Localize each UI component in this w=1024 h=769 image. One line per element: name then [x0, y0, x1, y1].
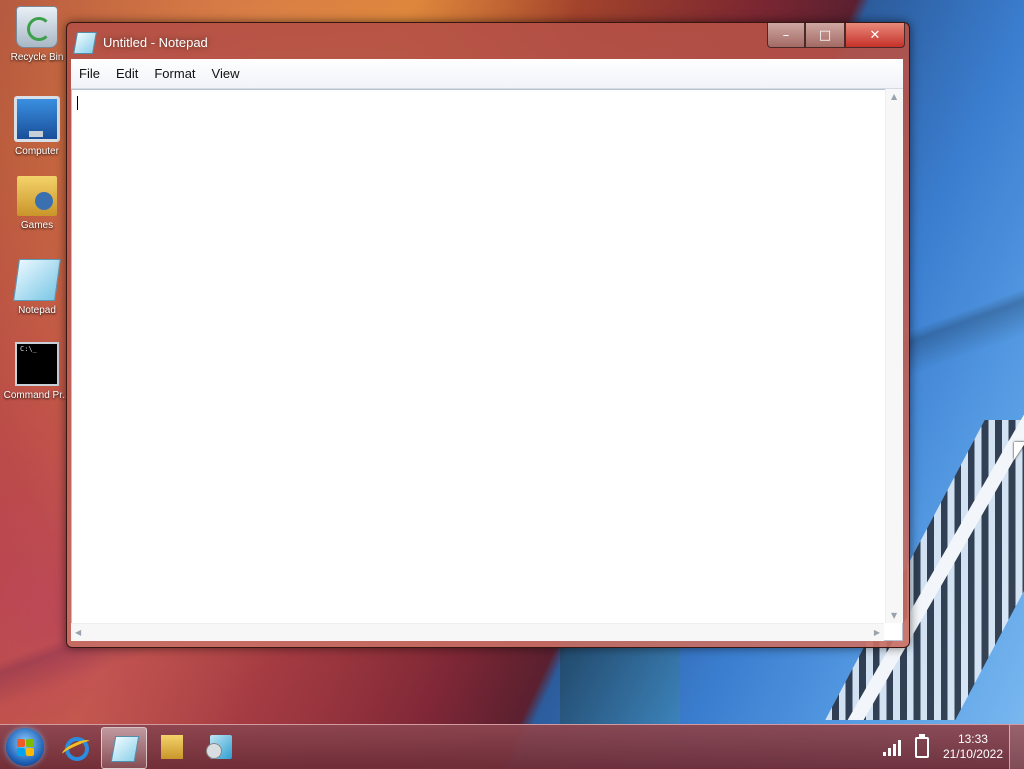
recycle-bin-icon — [16, 6, 58, 48]
menu-file[interactable]: File — [71, 66, 108, 81]
desktop-icon-label: Recycle Bin — [10, 52, 64, 63]
desktop-icon-command-prompt[interactable]: Command Pr... — [0, 342, 74, 401]
internet-explorer-icon — [65, 737, 89, 761]
desktop-icon-label: Command Pr... — [3, 390, 71, 401]
maximize-button[interactable]: □ — [805, 23, 845, 48]
show-desktop-button[interactable] — [1009, 725, 1024, 769]
media-player-icon — [206, 735, 232, 759]
notepad-window: Untitled - Notepad – □ ✕ File Edit Forma… — [66, 22, 910, 648]
desktop-icon-computer[interactable]: Computer — [0, 96, 74, 157]
taskbar-internet-explorer[interactable] — [52, 727, 96, 767]
notepad-icon — [13, 259, 61, 301]
wallpaper-detail — [560, 640, 680, 730]
mouse-pointer-icon — [1014, 442, 1024, 460]
computer-icon — [14, 96, 60, 142]
start-button[interactable] — [6, 728, 44, 766]
notepad-icon — [110, 736, 140, 762]
clock-date: 21/10/2022 — [942, 747, 1003, 761]
minimize-button[interactable]: – — [767, 23, 805, 48]
menu-view[interactable]: View — [204, 66, 248, 81]
games-folder-icon — [17, 176, 57, 216]
folder-icon — [161, 735, 183, 759]
text-editor-area[interactable] — [71, 89, 903, 641]
taskbar-media-player[interactable] — [199, 727, 243, 767]
desktop-icon-notepad[interactable]: Notepad — [0, 259, 74, 316]
menu-edit[interactable]: Edit — [108, 66, 146, 81]
system-tray: 13:33 21/10/2022 — [882, 725, 1024, 769]
desktop-icon-label: Computer — [15, 146, 59, 157]
title-bar[interactable]: Untitled - Notepad – □ ✕ — [67, 23, 909, 59]
desktop-icon-label: Games — [20, 220, 54, 231]
taskbar-file-explorer[interactable] — [150, 727, 194, 767]
desktop-icon-recycle-bin[interactable]: Recycle Bin — [0, 6, 74, 63]
text-caret — [77, 96, 78, 110]
command-prompt-icon — [15, 342, 59, 386]
taskbar: 13:33 21/10/2022 — [0, 724, 1024, 769]
window-title: Untitled - Notepad — [103, 35, 208, 50]
clock[interactable]: 13:33 21/10/2022 — [943, 732, 1003, 762]
menu-format[interactable]: Format — [146, 66, 203, 81]
menu-bar: File Edit Format View — [71, 59, 903, 89]
taskbar-notepad[interactable] — [101, 727, 147, 769]
close-button[interactable]: ✕ — [845, 23, 905, 48]
desktop-icon-games[interactable]: Games — [0, 176, 74, 231]
clock-time: 13:33 — [957, 732, 988, 746]
battery-icon[interactable] — [914, 733, 929, 758]
notepad-app-icon[interactable] — [73, 32, 97, 54]
window-controls: – □ ✕ — [767, 23, 905, 48]
desktop-icon-label: Notepad — [18, 305, 56, 316]
network-signal-icon[interactable] — [882, 738, 905, 756]
